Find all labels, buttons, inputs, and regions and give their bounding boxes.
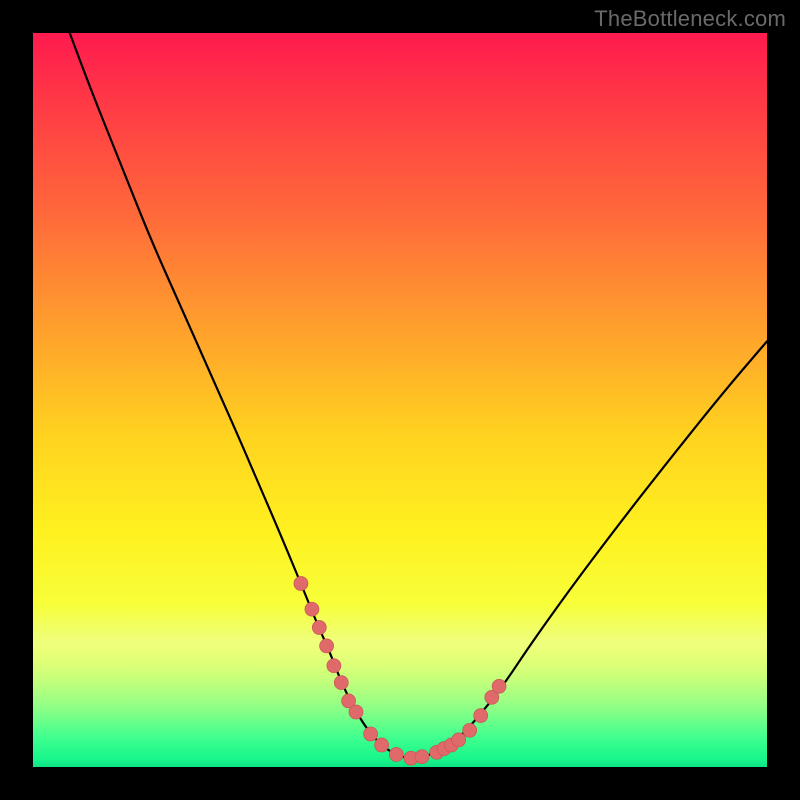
data-point — [375, 738, 389, 752]
data-point — [452, 733, 466, 747]
data-point — [404, 751, 418, 765]
data-point — [312, 621, 326, 635]
data-point — [305, 602, 319, 616]
data-point — [327, 659, 341, 673]
data-point — [485, 690, 499, 704]
data-point — [474, 709, 488, 723]
data-point — [430, 745, 444, 759]
data-point — [463, 723, 477, 737]
curve-path — [70, 33, 767, 758]
data-point — [437, 742, 451, 756]
data-point — [364, 727, 378, 741]
data-point — [389, 748, 403, 762]
data-point — [415, 750, 429, 764]
data-point — [342, 694, 356, 708]
chart-frame: TheBottleneck.com — [0, 0, 800, 800]
bottleneck-curve — [33, 33, 767, 767]
data-point — [492, 679, 506, 693]
watermark-text: TheBottleneck.com — [594, 6, 786, 32]
plot-area — [33, 33, 767, 767]
data-point — [349, 705, 363, 719]
data-point — [444, 738, 458, 752]
data-point — [294, 577, 308, 591]
data-point — [320, 639, 334, 653]
data-point — [334, 676, 348, 690]
